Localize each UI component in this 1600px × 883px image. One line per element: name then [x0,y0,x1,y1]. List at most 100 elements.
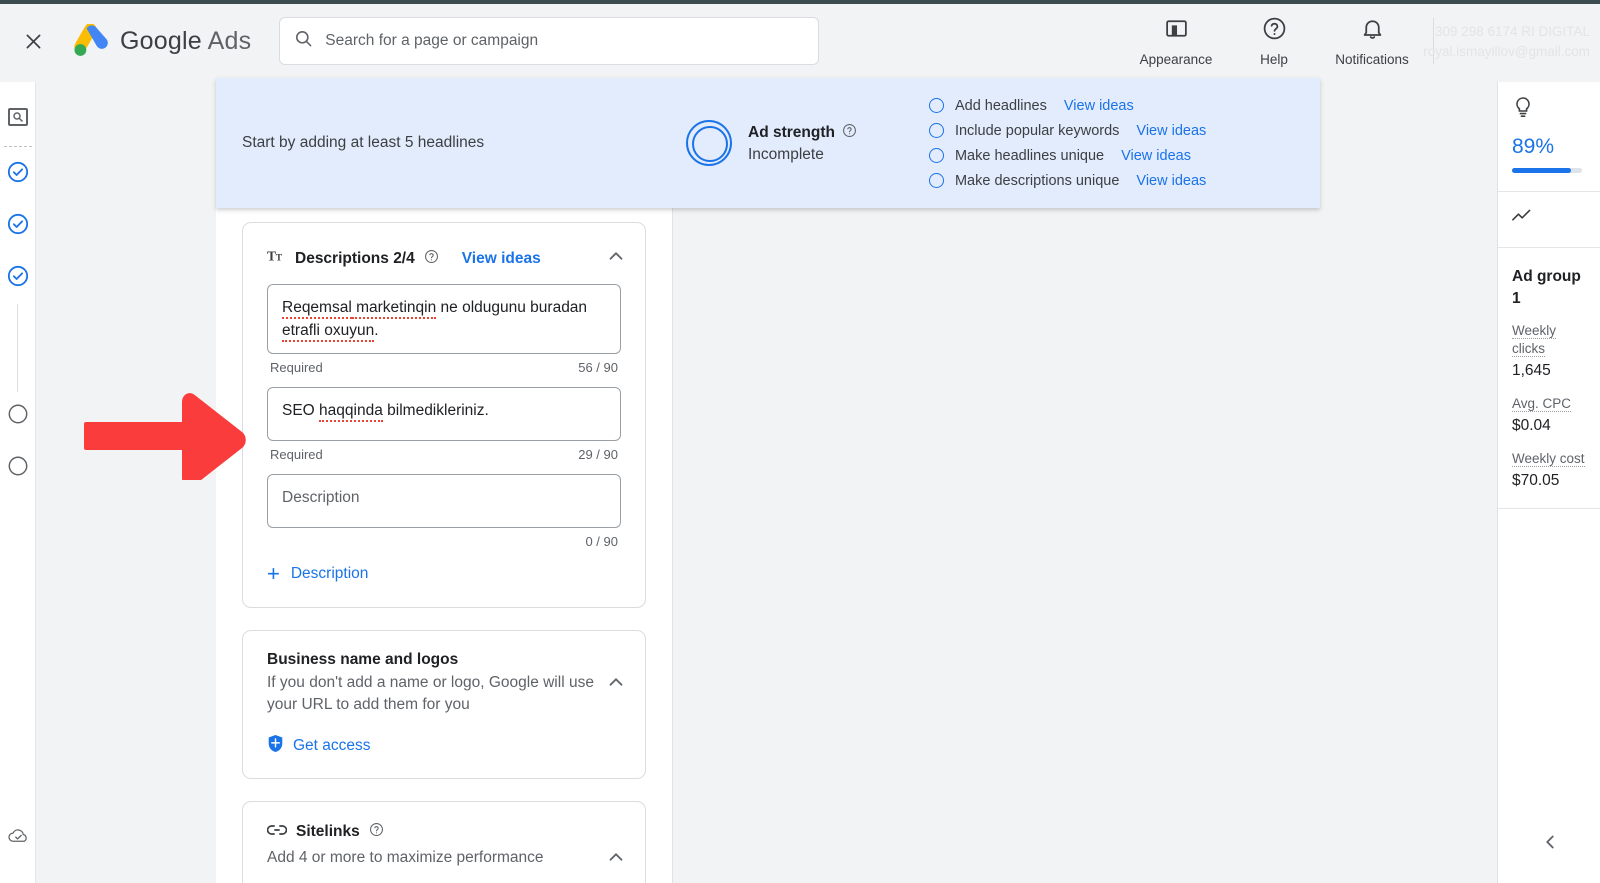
checklist-item-label: Make headlines unique [954,147,1105,164]
ad-strength-progress-fill [1512,168,1571,173]
global-search-box[interactable] [279,17,820,65]
description-field-3-wrap: Description 0 / 90 [243,474,645,561]
stepper-step-1[interactable] [7,161,29,183]
get-access-button[interactable]: Get access [243,716,645,778]
ads-logo-icon [74,24,108,56]
chevron-up-icon[interactable] [605,822,627,873]
ad-strength-banner: Start by adding at least 5 headlines Ad … [216,78,1320,208]
left-stepper-rail [0,82,36,883]
trend-line-icon[interactable] [1512,209,1536,228]
chevron-up-icon[interactable] [605,245,627,272]
help-circle-icon[interactable] [369,822,384,842]
stepper-step-2[interactable] [7,213,29,235]
sitelinks-card: Sitelinks Add 4 or more to maximize perf… [242,801,646,883]
empty-circle-icon [928,173,944,188]
ad-strength-progress-bar [1512,168,1582,173]
description-field-1-wrap: Reqemsal marketinqin ne oldugunu buradan… [243,284,645,387]
google-ads-app: + Headline T T Descriptions 2/4 [0,0,1600,883]
help-circle-icon[interactable] [842,123,857,143]
header-top-edge [0,0,1600,4]
empty-circle-icon [928,98,944,113]
help-label: Help [1260,52,1288,67]
business-card-title: Business name and logos [267,651,459,668]
checklist-item-label: Add headlines [954,97,1047,114]
appearance-button[interactable]: Appearance [1130,10,1222,67]
search-input[interactable] [325,32,805,50]
description-input-2[interactable]: SEO haqqinda bilmedikleriniz. [267,387,621,441]
stat-weekly-clicks-value: 1,645 [1512,362,1551,379]
brand-ads: Ads [207,26,252,55]
description-input-3[interactable]: Description [267,474,621,528]
descriptions-title: Descriptions 2/4 [295,249,415,267]
rail-separator [1498,508,1600,509]
checklist-item[interactable]: Include popular keywords View ideas [928,123,1206,139]
search-page-icon[interactable] [8,108,28,126]
description-1-seg5: . [374,322,379,339]
ad-strength-checklist: Add headlines View ideas Include popular… [928,97,1206,189]
notifications-button[interactable]: Notifications [1326,10,1418,67]
trend-section [1498,192,1600,229]
lightbulb-icon[interactable] [1512,97,1534,124]
ad-strength-status: Incomplete [748,145,824,163]
checklist-item[interactable]: Make descriptions unique View ideas [928,172,1206,189]
checklist-item[interactable]: Make headlines unique View ideas [928,147,1206,164]
description-field-2-meta: Required 29 / 90 [267,441,621,474]
description-1-counter: 56 / 90 [578,360,618,375]
add-description-button[interactable]: + Description [243,561,645,607]
red-arrow-right [84,392,250,487]
business-name-logos-card: Business name and logos If you don't add… [242,630,646,779]
stepper-step-3[interactable] [7,265,29,287]
stepper-connector [17,304,18,392]
chevron-up-icon[interactable] [605,651,627,716]
description-input-1[interactable]: Reqemsal marketinqin ne oldugunu buradan… [267,284,621,354]
top-header-bar: Google Ads Appearance [0,0,1600,82]
checklist-view-ideas-link[interactable]: View ideas [1136,173,1206,189]
stat-weekly-cost: Weekly cost $70.05 [1512,450,1586,490]
ad-strength-indicator: Ad strength Incomplete [686,120,857,166]
cloud-done-icon [7,825,29,847]
stat-weekly-cost-value: $70.05 [1512,472,1560,489]
stepper-step-5[interactable] [7,455,29,477]
description-1-status: Required [270,360,323,375]
search-icon [294,29,313,53]
get-access-label: Get access [293,737,371,754]
description-2-status: Required [270,447,323,462]
ad-strength-title-row: Ad strength [748,123,857,143]
description-field-2-wrap: SEO haqqinda bilmedikleriniz. Required 2… [243,387,645,474]
description-2-seg2: haqqinda [319,402,383,422]
checklist-view-ideas-link[interactable]: View ideas [1136,123,1206,139]
business-card-subtitle: If you don't add a name or logo, Google … [267,674,594,713]
checklist-view-ideas-link[interactable]: View ideas [1121,148,1191,164]
description-field-3-meta: 0 / 90 [267,528,621,561]
checklist-item[interactable]: Add headlines View ideas [928,97,1206,114]
checklist-item-label: Make descriptions unique [954,172,1120,189]
close-icon[interactable] [10,18,56,64]
appearance-icon [1164,16,1189,46]
stat-avg-cpc: Avg. CPC $0.04 [1512,395,1586,435]
account-info[interactable]: 309 298 6174 RI DIGITAL royal.ismayillov… [1423,22,1590,62]
brand-label: Google Ads [120,27,251,56]
right-insights-rail: 89% Ad group 1 Weekly clicks 1,645 Avg. … [1497,82,1600,883]
google-ads-logo[interactable]: Google Ads [72,24,251,58]
banner-message: Start by adding at least 5 headlines [242,134,485,151]
stat-weekly-clicks-label: Weekly clicks [1512,323,1557,357]
stat-weekly-clicks: Weekly clicks 1,645 [1512,322,1586,380]
collapse-rail-button[interactable] [1498,831,1600,853]
description-2-counter: 29 / 90 [578,447,618,462]
help-circle-icon[interactable] [424,249,439,269]
description-1-seg1: Reqemsal [282,299,352,319]
add-description-label: Description [290,565,369,582]
sitelinks-subtitle: Add 4 or more to maximize performance [267,849,544,866]
shield-icon [267,734,284,758]
sitelinks-title: Sitelinks [296,823,360,840]
stepper-step-4[interactable] [7,403,29,425]
svg-text:T: T [276,254,283,264]
bell-icon [1360,16,1385,46]
empty-circle-icon [928,123,944,138]
checklist-view-ideas-link[interactable]: View ideas [1064,98,1134,114]
description-2-seg1: SEO [282,402,320,419]
help-button[interactable]: Help [1228,10,1320,67]
descriptions-view-ideas-link[interactable]: View ideas [462,250,541,268]
description-1-seg2: marketinqin [351,299,437,319]
text-format-icon: T T [267,248,286,269]
